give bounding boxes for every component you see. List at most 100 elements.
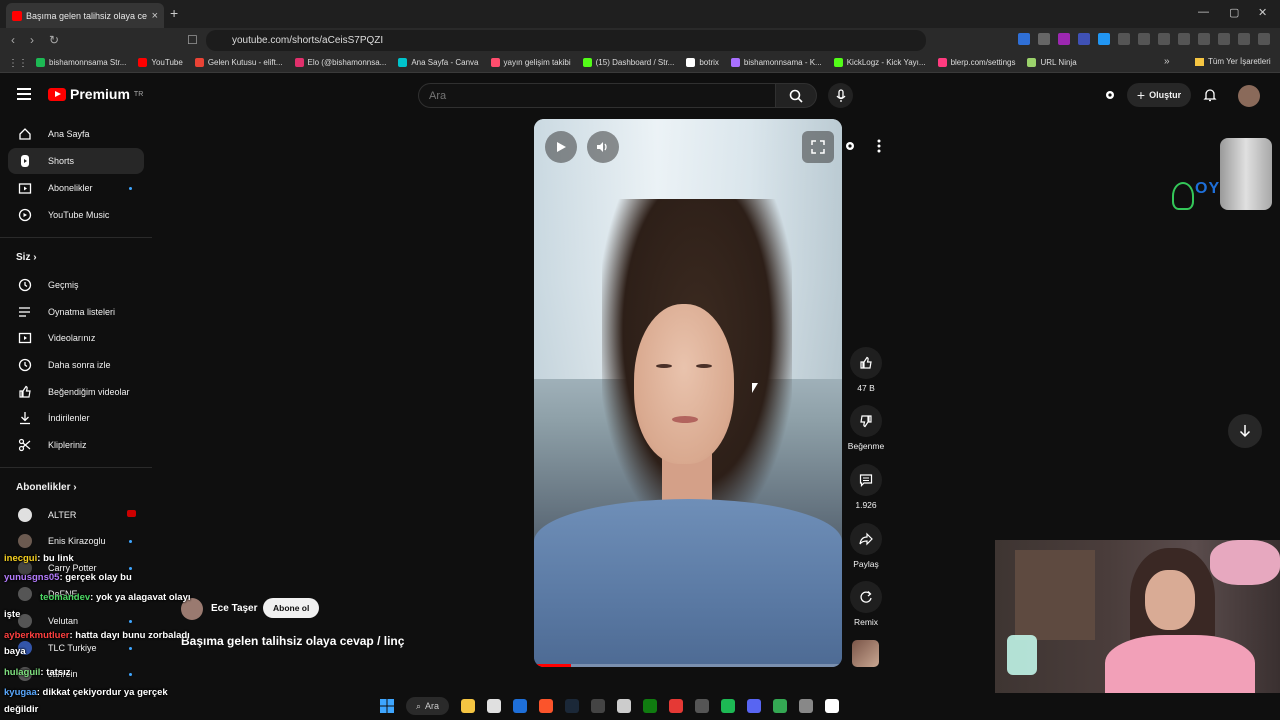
vpn-icon[interactable] [1238,33,1250,45]
minimize-icon[interactable]: — [1198,6,1209,18]
steam-icon[interactable] [565,699,580,713]
sidebar-subscriptions-heading[interactable]: Abonelikler › [16,482,77,493]
app-icon[interactable] [695,699,710,713]
browser-tab[interactable]: Başıma gelen talihsiz olaya ce × [6,3,164,28]
sidebar-channel-alter[interactable]: ALTER [8,502,144,528]
leo-icon[interactable] [1218,33,1230,45]
close-window-icon[interactable]: ✕ [1258,6,1267,19]
extension-icon[interactable] [1098,33,1110,45]
bookmark-label: KickLogz - Kick Yayı... [846,58,926,67]
home-icon [19,128,31,140]
more-options-button[interactable] [867,134,891,158]
bookmark-star-icon[interactable]: ☐ [187,33,198,47]
maximize-icon[interactable]: ▢ [1229,6,1239,19]
sidebar-item-your-videos[interactable]: Videolarınız [8,325,144,351]
sidebar-icon[interactable] [1178,33,1190,45]
like-button[interactable]: 47 B [846,347,886,393]
bookmark-item[interactable]: yayın gelişim takibi [490,58,571,67]
store-icon[interactable] [487,699,502,713]
video-progress-bar[interactable] [534,664,842,667]
bookmark-icon [937,58,947,67]
short-video-player[interactable] [534,119,842,667]
app-icon[interactable] [799,699,814,713]
app-icon[interactable] [669,699,684,713]
app-icon[interactable] [825,699,840,713]
remix-button[interactable]: Remix [846,581,886,627]
extension-icon[interactable] [1038,33,1050,45]
subscribe-button[interactable]: Abone ol [263,598,320,618]
share-button[interactable]: Paylaş [846,523,886,569]
new-tab-button[interactable]: + [170,5,178,21]
outlook-icon[interactable] [513,699,528,713]
spotify-icon[interactable] [721,699,736,713]
account-avatar[interactable] [1238,85,1260,107]
bookmark-item[interactable]: KickLogz - Kick Yayı... [833,58,926,67]
app-icon[interactable] [617,699,632,713]
sidebar-item-youtube-music[interactable]: YouTube Music [8,202,144,228]
brave-browser-icon[interactable] [539,699,554,713]
sidebar-item-shorts[interactable]: Shorts [8,148,144,174]
tab-close-icon[interactable]: × [152,10,158,22]
extension-icon[interactable] [1018,33,1030,45]
sidebar-item-clips[interactable]: Klipleriniz [8,432,144,458]
extension-icon[interactable] [1058,33,1070,45]
chrome-icon[interactable] [773,699,788,713]
bookmark-item[interactable]: Gelen Kutusu - elift... [194,58,283,67]
chat-message: işte [4,609,21,620]
search-button[interactable] [775,83,817,108]
sidebar-you-heading[interactable]: Siz › [16,252,37,263]
fullscreen-button[interactable] [802,131,834,163]
all-bookmarks-folder[interactable]: Tüm Yer İşaretleri [1195,57,1271,66]
bookmark-item[interactable]: botrix [686,58,719,67]
extension-icon[interactable] [1118,33,1130,45]
file-explorer-icon[interactable] [461,699,476,713]
settings-gear-button[interactable] [838,134,862,158]
sidebar-item-downloads[interactable]: İndirilenler [8,405,144,431]
wallet-icon[interactable] [1198,33,1210,45]
bookmark-icon [1027,58,1037,67]
sound-thumbnail[interactable] [852,640,879,667]
windows-start-icon[interactable] [380,699,394,713]
search-input[interactable] [418,83,776,108]
bookmark-item[interactable]: bishamonnsama - K... [730,58,822,67]
bookmark-item[interactable]: Elo (@bishamonnsa... [294,58,386,67]
dislike-button[interactable]: Beğenme [846,405,886,451]
bookmarks-overflow-button[interactable]: » [1164,56,1170,67]
xbox-icon[interactable] [643,699,658,713]
comments-button[interactable]: 1.926 [846,464,886,510]
url-input[interactable]: youtube.com/shorts/aCeisS7PQZI [206,30,926,51]
sidebar-item-home[interactable]: Ana Sayfa [8,121,144,147]
reload-icon[interactable]: ↻ [49,33,59,47]
bookmark-item[interactable]: bishamonnsama Str... [36,58,126,67]
taskbar-search[interactable]: ⌕ Ara [406,697,450,715]
shorts-icon [21,155,29,167]
bookmark-item[interactable]: YouTube [138,58,183,67]
bookmark-item[interactable]: (15) Dashboard / Str... [582,58,674,67]
sidebar-item-liked-videos[interactable]: Beğendiğim videolar [8,379,144,405]
bookmark-item[interactable]: URL Ninja [1027,58,1077,67]
discord-icon[interactable] [747,699,762,713]
sidebar-item-subscriptions[interactable]: Abonelikler [8,175,144,201]
extension-icon[interactable] [1078,33,1090,45]
voice-search-button[interactable] [828,83,853,108]
notifications-bell-icon[interactable] [1203,88,1217,102]
next-short-button[interactable] [1228,414,1262,448]
sidebar-item-playlists[interactable]: Oynatma listeleri [8,299,144,325]
puzzle-icon[interactable] [1138,33,1150,45]
forward-icon[interactable]: › [30,33,34,47]
volume-button[interactable] [587,131,619,163]
bookmark-item[interactable]: Ana Sayfa - Canva [398,58,479,67]
hamburger-menu-icon[interactable] [17,88,31,100]
bookmark-item[interactable]: blerp.com/settings [937,58,1015,67]
sidebar-item-history[interactable]: Geçmiş [8,272,144,298]
menu-icon[interactable] [1258,33,1270,45]
create-button[interactable]: + Oluştur [1127,83,1191,107]
youtube-premium-logo[interactable]: Premium TR [48,86,143,102]
epic-games-icon[interactable] [591,699,606,713]
apps-grid-icon[interactable]: ⋮⋮ [8,58,28,69]
sidebar-item-watch-later[interactable]: Daha sonra izle [8,352,144,378]
cast-settings-icon[interactable] [1103,88,1117,102]
media-icon[interactable] [1158,33,1170,45]
play-button[interactable] [545,131,577,163]
back-icon[interactable]: ‹ [11,33,15,47]
